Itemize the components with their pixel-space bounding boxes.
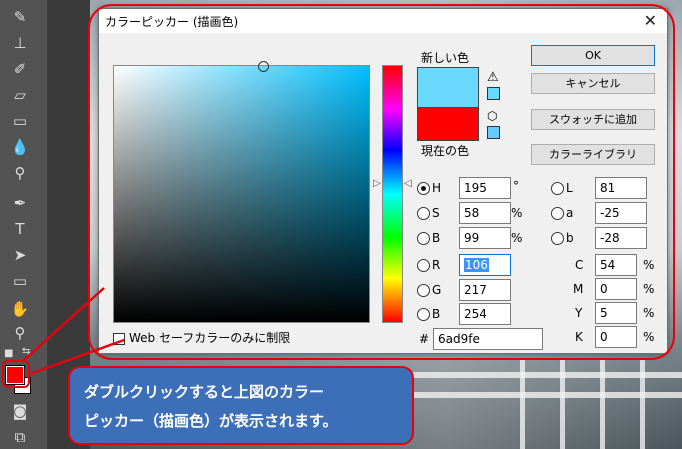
callout-line-1: ダブルクリックすると上図のカラー — [84, 383, 325, 401]
dodge-icon[interactable]: ⚲ — [8, 162, 32, 184]
pen-icon[interactable]: ✒ — [8, 192, 32, 214]
default-colors-icon[interactable]: ■ — [4, 348, 13, 359]
path-select-icon[interactable]: ➤ — [8, 244, 32, 266]
type-icon[interactable]: T — [8, 218, 32, 240]
stamp-icon[interactable]: ⊥ — [8, 32, 32, 54]
brush-icon[interactable]: ✎ — [8, 6, 32, 28]
dialog-highlight-frame — [88, 4, 675, 360]
gradient-icon[interactable]: ▭ — [8, 110, 32, 132]
swatch-highlight-frame — [2, 360, 30, 388]
quick-mask-icon[interactable]: ◙ — [8, 400, 32, 422]
eraser-icon[interactable]: ▱ — [8, 84, 32, 106]
rectangle-icon[interactable]: ▭ — [8, 270, 32, 292]
annotation-callout: ダブルクリックすると上図のカラー ピッカー（描画色）が表示されます。 — [68, 366, 414, 445]
photo-railing-post — [640, 360, 645, 449]
blur-icon[interactable]: 💧 — [8, 136, 32, 158]
history-brush-icon[interactable]: ✐ — [8, 58, 32, 80]
photo-railing-post — [600, 360, 605, 449]
callout-line-2: ピッカー（描画色）が表示されます。 — [84, 412, 338, 430]
photo-railing-post — [520, 360, 525, 449]
screen-mode-icon[interactable]: ⧉ — [8, 426, 32, 448]
swap-colors-icon[interactable]: ⇆ — [22, 346, 30, 357]
photo-railing-post — [560, 360, 565, 449]
zoom-icon[interactable]: ⚲ — [8, 322, 32, 344]
hand-icon[interactable]: ✋ — [8, 298, 32, 320]
